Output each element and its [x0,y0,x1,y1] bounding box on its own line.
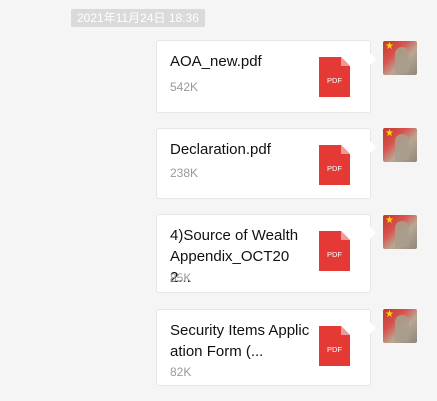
pdf-icon-label: PDF [327,250,342,259]
star-icon: ★ [385,41,394,52]
star-icon: ★ [385,215,394,226]
file-size: 85K [170,271,192,285]
star-icon: ★ [385,309,394,320]
star-icon: ★ [385,128,394,139]
pdf-icon-label: PDF [327,345,342,354]
file-size: 238K [170,166,199,180]
file-name: AOA_new.pdf [170,53,262,70]
pdf-file-icon: PDF [319,57,350,97]
avatar[interactable]: ★ [383,215,417,249]
file-message-bubble[interactable]: AOA_new.pdf 542K PDF [156,40,376,113]
avatar-figure [395,221,409,247]
avatar[interactable]: ★ [383,41,417,75]
pdf-icon-label: PDF [327,164,342,173]
avatar[interactable]: ★ [383,309,417,343]
pdf-file-icon: PDF [319,326,350,366]
avatar-figure [395,47,409,73]
file-message-bubble[interactable]: Declaration.pdf 238K PDF [156,128,376,199]
avatar[interactable]: ★ [383,128,417,162]
file-name: Security Items Application Form (... [170,322,310,360]
pdf-file-icon: PDF [319,145,350,185]
pdf-file-icon: PDF [319,231,350,271]
message-timestamp: 2021年11月24日 18:36 [71,9,205,27]
file-size: 542K [170,80,199,94]
file-name: Declaration.pdf [170,141,271,158]
file-message-bubble[interactable]: Security Items Application Form (... 82K… [156,309,376,386]
file-message-bubble[interactable]: 4)Source of Wealth Appendix_OCT202... 85… [156,214,376,293]
pdf-icon-label: PDF [327,76,342,85]
avatar-figure [395,315,409,341]
avatar-figure [395,134,409,160]
file-size: 82K [170,365,192,379]
